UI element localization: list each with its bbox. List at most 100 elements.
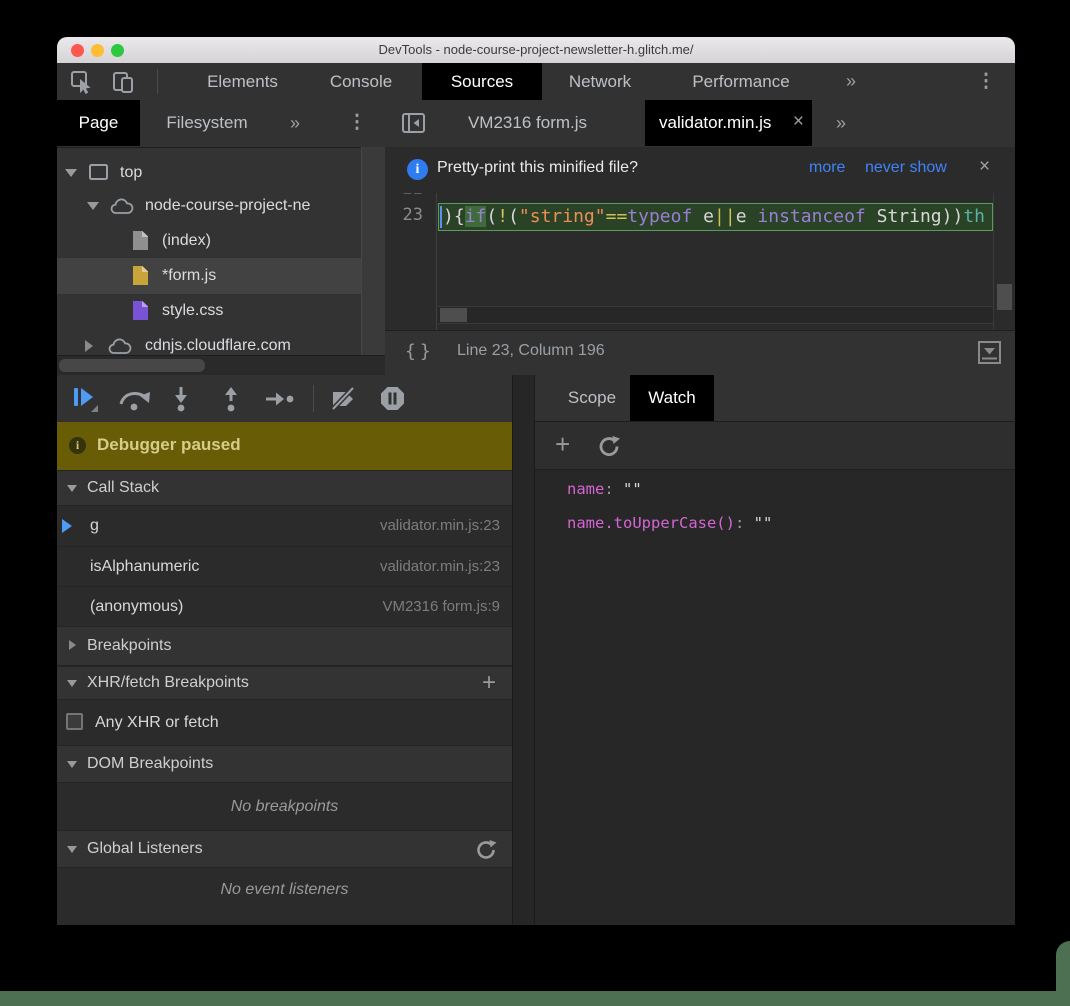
xhr-breakpoints-header[interactable]: XHR/fetch Breakpoints + <box>57 666 512 700</box>
source-order-icon[interactable] <box>977 340 1003 371</box>
sources-navigator: Page Filesystem » ⋮ top node-course-proj… <box>57 100 385 375</box>
section-collapsed-icon <box>69 640 76 650</box>
add-watch-expression-icon[interactable]: + <box>555 429 570 460</box>
editor-vertical-scrollbar[interactable] <box>993 193 1015 330</box>
watch-expression-touppercase[interactable]: name.toUpperCase(): "" <box>567 514 772 532</box>
step-into-button[interactable] <box>168 385 194 413</box>
debugger-sidebar: i Debugger paused Call Stack g validator… <box>57 375 512 925</box>
current-frame-arrow-icon <box>62 519 72 533</box>
frame-location: validator.min.js:23 <box>380 547 500 587</box>
tab-scope[interactable]: Scope <box>553 375 631 421</box>
navigator-more-tabs-chevron-icon[interactable]: » <box>277 100 313 146</box>
file-tree: top node-course-project-ne (index) *form… <box>57 147 385 355</box>
page-behind-right-edge <box>1056 941 1070 1006</box>
call-stack-frame-anonymous[interactable]: (anonymous) VM2316 form.js:9 <box>57 586 512 626</box>
window-title: DevTools - node-course-project-newslette… <box>57 42 1015 57</box>
any-xhr-row[interactable]: Any XHR or fetch <box>57 700 512 745</box>
page-behind-bottom-edge <box>0 991 1070 1006</box>
scrollbar-thumb[interactable] <box>997 284 1012 310</box>
cloud-icon <box>107 336 135 355</box>
editor-tab-label: validator.min.js <box>659 100 771 146</box>
editor-statusbar: {} Line 23, Column 196 <box>385 330 1015 375</box>
editor-tab-form-js[interactable]: VM2316 form.js <box>440 100 615 146</box>
step-out-button[interactable] <box>218 385 244 413</box>
execution-line-highlight: ){if(!("string"==typeof e||e instanceof … <box>438 203 993 231</box>
tab-page[interactable]: Page <box>57 100 140 146</box>
collapsed-arrow-icon[interactable] <box>85 340 93 352</box>
pretty-print-more-link[interactable]: more <box>809 159 845 177</box>
scrollbar-thumb[interactable] <box>440 308 467 322</box>
line-number-23: 23 <box>385 205 423 225</box>
cursor-position-label: Line 23, Column 196 <box>457 342 605 360</box>
section-title: Breakpoints <box>87 627 172 665</box>
step-button[interactable] <box>264 387 298 411</box>
call-stack-header[interactable]: Call Stack <box>57 470 512 506</box>
editor-tab-validator[interactable]: validator.min.js × <box>645 100 812 146</box>
debugger-sidebar-scrollbar[interactable] <box>512 375 535 925</box>
code-editor[interactable]: 22 23 ){if(!("string"==typeof e||e insta… <box>385 193 1015 330</box>
call-stack-frame-isalphanumeric[interactable]: isAlphanumeric validator.min.js:23 <box>57 546 512 586</box>
tree-item-cdnjs[interactable]: cdnjs.cloudflare.com <box>57 328 361 355</box>
section-expand-icon <box>67 846 77 853</box>
breakpoints-header[interactable]: Breakpoints <box>57 626 512 666</box>
tree-item-style-css[interactable]: style.css <box>57 293 361 329</box>
resume-script-button[interactable] <box>71 385 101 415</box>
dom-breakpoints-empty: No breakpoints <box>57 783 512 830</box>
any-xhr-checkbox[interactable] <box>66 713 83 730</box>
refresh-watch-icon[interactable] <box>597 434 622 464</box>
code-line-23: ){if(!("string"==typeof e||e instanceof … <box>439 206 985 227</box>
tree-item-top[interactable]: top <box>57 155 361 191</box>
call-stack-frame-g[interactable]: g validator.min.js:23 <box>57 506 512 546</box>
tree-item-label: style.css <box>162 293 223 329</box>
never-show-link[interactable]: never show <box>865 159 947 177</box>
tab-watch[interactable]: Watch <box>630 375 714 421</box>
editor-horizontal-scrollbar[interactable] <box>438 306 993 324</box>
tree-vertical-scrollbar[interactable] <box>361 147 385 355</box>
watch-expr-text: name <box>567 480 604 498</box>
stylesheet-file-icon <box>133 301 148 320</box>
section-expand-icon <box>67 680 77 687</box>
navigator-kebab-menu-icon[interactable]: ⋮ <box>341 100 373 146</box>
tree-item-form-js[interactable]: *form.js <box>57 258 361 294</box>
info-icon: i <box>407 159 428 180</box>
main-toolbar: Elements Console Sources Network Perform… <box>57 63 1015 101</box>
dom-breakpoints-header[interactable]: DOM Breakpoints <box>57 745 512 783</box>
inspect-icon[interactable] <box>69 69 95 100</box>
tree-item-label: node-course-project-ne <box>145 188 310 224</box>
step-over-button[interactable] <box>117 387 153 413</box>
tree-horizontal-scrollbar[interactable] <box>57 355 385 375</box>
more-tabs-chevron-icon[interactable]: » <box>833 63 869 100</box>
device-toolbar-icon[interactable] <box>109 68 137 101</box>
document-file-icon <box>133 231 148 250</box>
deactivate-breakpoints-button[interactable] <box>329 386 359 412</box>
line-number-22: 22 <box>385 193 423 199</box>
expand-arrow-icon[interactable] <box>65 169 77 177</box>
scrollbar-thumb[interactable] <box>59 359 205 372</box>
section-title: XHR/fetch Breakpoints <box>87 667 249 699</box>
infobar-close-icon[interactable]: × <box>979 156 990 178</box>
tab-performance[interactable]: Performance <box>667 63 815 100</box>
devtools-kebab-menu-icon[interactable]: ⋮ <box>970 63 1002 100</box>
tab-sources[interactable]: Sources <box>422 63 542 100</box>
add-xhr-breakpoint-icon[interactable]: + <box>482 667 496 699</box>
tree-item-index[interactable]: (index) <box>57 223 361 259</box>
tab-console[interactable]: Console <box>305 63 417 100</box>
watch-expr-text: name.toUpperCase() <box>567 514 735 532</box>
infobar-message: Pretty-print this minified file? <box>437 159 638 177</box>
expand-arrow-icon[interactable] <box>87 202 99 210</box>
watch-expr-value: "" <box>623 480 642 498</box>
tab-filesystem[interactable]: Filesystem <box>152 100 262 146</box>
pretty-print-icon[interactable]: {} <box>405 341 435 362</box>
pause-on-exceptions-button[interactable] <box>379 385 406 412</box>
editor-more-tabs-chevron-icon[interactable]: » <box>823 100 859 146</box>
tree-item-domain[interactable]: node-course-project-ne <box>57 188 361 224</box>
section-title: Call Stack <box>87 471 159 505</box>
paused-info-icon: i <box>69 437 86 454</box>
watch-expression-name[interactable]: name: "" <box>567 480 642 498</box>
tab-elements[interactable]: Elements <box>185 63 300 100</box>
tab-network[interactable]: Network <box>545 63 655 100</box>
close-tab-icon[interactable]: × <box>793 100 804 146</box>
watch-expr-colon: : <box>604 480 613 498</box>
toggle-navigator-icon[interactable] <box>401 112 427 139</box>
global-listeners-header[interactable]: Global Listeners <box>57 830 512 868</box>
